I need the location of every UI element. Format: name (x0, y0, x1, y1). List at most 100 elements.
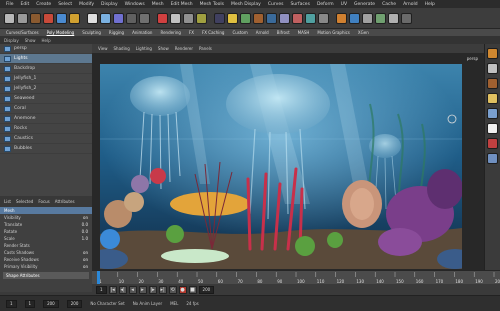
fluid-icon[interactable] (349, 12, 360, 24)
viewport-panel[interactable]: View Shading Lighting Show Renderer Panels pe… (92, 44, 484, 270)
status-label[interactable]: No Anim Layer (133, 301, 162, 306)
viewport-menu-shading[interactable]: Shading (114, 46, 130, 51)
viewport-menu-show[interactable]: Show (158, 46, 169, 51)
particle-icon[interactable] (336, 12, 347, 24)
auto-key-button[interactable]: ● (178, 285, 187, 294)
menu-item-uv[interactable]: UV (341, 2, 347, 7)
cloth-icon[interactable] (375, 12, 386, 24)
shelf-tab-xgen[interactable]: XGen (358, 30, 369, 35)
viewport-menu-lighting[interactable]: Lighting (136, 46, 152, 51)
texture-icon[interactable] (253, 12, 264, 24)
hair-icon[interactable] (362, 12, 373, 24)
paint-icon[interactable] (30, 12, 41, 24)
frame-range-field[interactable]: 200 (66, 299, 83, 308)
menu-item-edit-mesh[interactable]: Edit Mesh (171, 2, 193, 7)
frame-range-field[interactable]: 1 (24, 299, 36, 308)
attribute-value[interactable]: on (83, 215, 88, 220)
shelf-tab-custom[interactable]: Custom (232, 30, 247, 35)
outliner-item[interactable]: Caustics (0, 134, 92, 144)
viewport-menu-renderer[interactable]: Renderer (175, 46, 193, 51)
camera-icon[interactable] (214, 12, 225, 24)
shelf-tab-bifrost[interactable]: Bifrost (277, 30, 290, 35)
attribute-row[interactable]: Scale 1.0 (0, 235, 92, 242)
modeling-toolkit-icon[interactable] (487, 108, 498, 119)
next-key-button[interactable]: |▸ (148, 285, 157, 294)
cluster-icon[interactable] (305, 12, 316, 24)
attribute-row[interactable]: Casts Shadows on (0, 249, 92, 256)
render-settings-icon[interactable] (183, 12, 194, 24)
menu-item-display[interactable]: Display (101, 2, 118, 7)
playback-start-field[interactable]: 1 (96, 285, 107, 294)
shelf-tab-rendering[interactable]: Rendering (160, 30, 180, 35)
attr-tab-list[interactable]: List (4, 199, 11, 204)
prev-key-button[interactable]: ◂| (118, 285, 127, 294)
menu-item-cache[interactable]: Cache (382, 2, 396, 7)
ipr-icon[interactable] (170, 12, 181, 24)
play-forward-button[interactable]: ▸ (138, 285, 147, 294)
attribute-value[interactable]: on (83, 257, 88, 262)
cylinder-icon[interactable] (113, 12, 124, 24)
attribute-row[interactable]: Rotate 0.0 (0, 228, 92, 235)
stop-button[interactable]: ■ (188, 285, 197, 294)
shelf-tab-arnold[interactable]: Arnold (256, 30, 269, 35)
lattice-icon[interactable] (318, 12, 329, 24)
shelf-tab-mash[interactable]: MASH (298, 30, 310, 35)
menu-item-curves[interactable]: Curves (268, 2, 284, 7)
outliner-item[interactable]: Jellyfish_2 (0, 84, 92, 94)
layer-icon[interactable] (487, 63, 498, 74)
select-icon[interactable] (4, 12, 15, 24)
joint-icon[interactable] (279, 12, 290, 24)
ik-icon[interactable] (292, 12, 303, 24)
attribute-value[interactable]: 0.0 (82, 229, 88, 234)
menu-item-arnold[interactable]: Arnold (403, 2, 418, 7)
menu-item-edit[interactable]: Edit (21, 2, 30, 7)
menu-item-modify[interactable]: Modify (79, 2, 94, 7)
loop-button[interactable]: ⟲ (168, 285, 177, 294)
menu-item-create[interactable]: Create (36, 2, 51, 7)
first-frame-button[interactable]: |◂ (108, 285, 117, 294)
last-frame-button[interactable]: ▸| (158, 285, 167, 294)
outliner-item[interactable]: Bubbles (0, 144, 92, 154)
scale-icon[interactable] (69, 12, 80, 24)
outliner-item[interactable]: Rocks (0, 124, 92, 134)
menu-item-deform[interactable]: Deform (317, 2, 334, 7)
attribute-row[interactable]: Render Stats (0, 242, 92, 249)
menu-item-mesh-display[interactable]: Mesh Display (231, 2, 261, 7)
frame-range-field[interactable]: 200 (43, 299, 59, 308)
shelf-tab-animation[interactable]: Animation (132, 30, 152, 35)
attribute-editor-icon[interactable] (487, 78, 498, 89)
menu-item-select[interactable]: Select (58, 2, 72, 7)
time-slider[interactable]: 1 10 20 30 40 50 60 70 80 90 100 110 120 130 140 150 160… (92, 270, 500, 285)
shelf-tab-poly-modeling[interactable]: Poly Modeling (47, 30, 75, 35)
frame-range-field[interactable]: 1 (6, 299, 17, 308)
help-icon[interactable] (401, 12, 412, 24)
attribute-value[interactable]: on (83, 264, 88, 269)
attribute-row[interactable]: Visibility on (0, 214, 92, 221)
hypershade-icon[interactable] (196, 12, 207, 24)
shelf-tab-curves-surfaces[interactable]: Curves/Surfaces (6, 30, 39, 35)
viewport-menu-view[interactable]: View (98, 46, 108, 51)
rotate-icon[interactable] (56, 12, 67, 24)
move-icon[interactable] (43, 12, 54, 24)
render-icon[interactable] (157, 12, 168, 24)
outliner-item[interactable]: Jellyfish_1 (0, 74, 92, 84)
render-view-icon[interactable] (487, 123, 498, 134)
attribute-value[interactable]: on (83, 250, 88, 255)
outliner-menu-help[interactable]: Help (42, 38, 51, 43)
outliner-item[interactable]: Anemone (0, 114, 92, 124)
menu-item-surfaces[interactable]: Surfaces (290, 2, 310, 7)
snap-curve-icon[interactable] (139, 12, 150, 24)
settings-icon[interactable] (388, 12, 399, 24)
time-ruler[interactable]: 1 10 20 30 40 50 60 70 80 90 100 110 120 130 140 150 160… (92, 271, 500, 285)
outliner-menu-display[interactable]: Display (4, 38, 19, 43)
snap-grid-icon[interactable] (126, 12, 137, 24)
playback-end-field[interactable]: 200 (198, 285, 215, 294)
shelf-tab-fx[interactable]: FX (189, 30, 194, 35)
attribute-row[interactable]: Primary Visibility on (0, 263, 92, 270)
shelf-tab-sculpting[interactable]: Sculpting (82, 30, 101, 35)
attribute-row[interactable]: Mesh (0, 207, 92, 214)
outliner-item[interactable]: Coral (0, 104, 92, 114)
attr-tab-focus[interactable]: Focus (38, 199, 49, 204)
light-icon[interactable] (227, 12, 238, 24)
material-icon[interactable] (240, 12, 251, 24)
